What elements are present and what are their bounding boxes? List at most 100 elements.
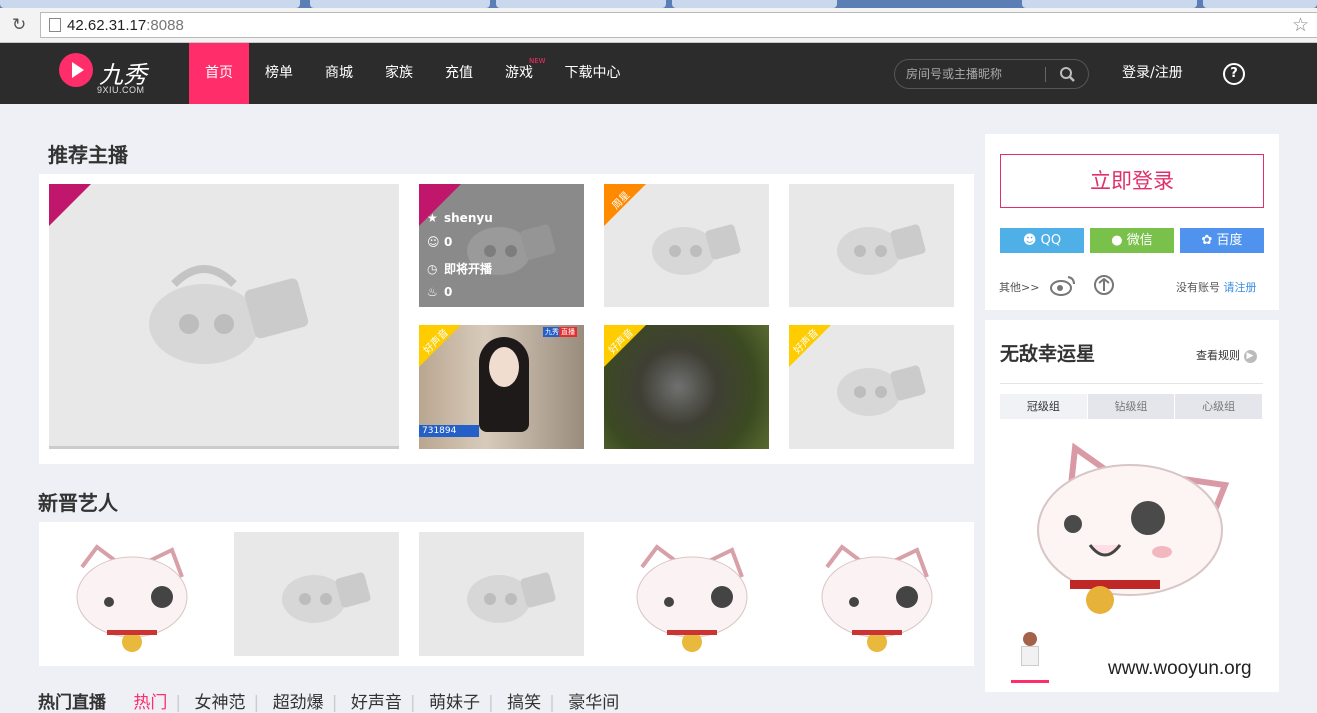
panda-placeholder-icon [149, 265, 309, 364]
new-badge: NEW [529, 57, 546, 65]
chevron-right-icon: ▶ [1243, 349, 1257, 363]
browser-tab[interactable] [1203, 0, 1317, 8]
nav-item-home[interactable]: 首页 [189, 43, 249, 104]
nav-item-rankings[interactable]: 榜单 [249, 43, 309, 104]
no-account-text: 没有账号 [1176, 281, 1220, 294]
browser-tab[interactable] [1022, 0, 1197, 8]
site-logo[interactable]: 九秀 9XIU.COM [57, 49, 167, 97]
panda-placeholder-icon [837, 365, 926, 416]
register-prompt: 没有账号 请注册 [1176, 279, 1257, 295]
qq-login-label: QQ [1040, 233, 1062, 248]
browser-tab[interactable] [496, 0, 666, 8]
hot-tab[interactable]: 萌妹子 [429, 693, 480, 713]
streamer-tile[interactable] [789, 184, 954, 307]
section-title-recommended: 推荐主播 [48, 143, 128, 167]
streamer-tile-live[interactable]: 好声音 [604, 325, 769, 449]
tab-diamond-group[interactable]: 钻级组 [1087, 394, 1176, 419]
like-count: ♨ 0 [427, 285, 452, 299]
room-number: 731894 [419, 425, 479, 437]
browser-tab[interactable] [0, 0, 300, 8]
cat-avatar-icon[interactable] [627, 542, 757, 657]
good-voice-badge: 好声音 [419, 325, 461, 367]
search-icon[interactable] [1058, 65, 1078, 85]
weibo-icon[interactable] [1050, 274, 1076, 296]
stream-status: ◷ 即将开播 [427, 260, 492, 277]
like-count-value: 0 [444, 285, 453, 299]
search-input[interactable] [906, 65, 1036, 83]
lucky-cat-icon [1037, 442, 1230, 614]
nav-item-family[interactable]: 家族 [369, 43, 429, 104]
browser-address-bar: ↻ 42.62.31.17:8088 ☆ [0, 8, 1317, 43]
person-icon: ☺ [427, 235, 440, 249]
hot-tab[interactable]: 豪华间 [568, 693, 619, 713]
viewer-count-value: 0 [444, 235, 453, 249]
nav-item-shop[interactable]: 商城 [309, 43, 369, 104]
baidu-paw-icon: ✿ [1201, 233, 1217, 248]
qq-icon: ☻ [1022, 233, 1041, 248]
clock-icon: ◷ [427, 262, 438, 276]
new-artists-panel [39, 522, 974, 666]
nav-item-recharge[interactable]: 充值 [429, 43, 489, 104]
hot-tab[interactable]: 女神范 [195, 693, 246, 713]
search-box [894, 59, 1089, 89]
url-port: :8088 [146, 17, 184, 34]
bookmark-star-icon[interactable]: ☆ [1292, 14, 1309, 36]
help-icon[interactable]: ? [1223, 63, 1245, 85]
cat-avatar-icon[interactable] [67, 542, 197, 657]
streamer-tile[interactable]: 周星 [604, 184, 769, 307]
login-register-link[interactable]: 登录/注册 [1122, 43, 1183, 104]
group-tabs: 冠级组 钻级组 心级组 [1000, 394, 1264, 419]
streamer-name-text: shenyu [444, 211, 493, 225]
nav-item-games[interactable]: 游戏 [489, 43, 549, 104]
streamer-tile-shenyu[interactable]: ★ shenyu ☺ 0 ◷ 即将开播 ♨ 0 [419, 184, 584, 307]
nav-item-download[interactable]: 下载中心 [555, 43, 630, 104]
stream-status-text: 即将开播 [444, 262, 493, 276]
featured-streamer-tile[interactable] [49, 184, 399, 449]
weekly-star-badge: 周星 [604, 184, 646, 226]
hot-tab[interactable]: 好声音 [351, 693, 402, 713]
login-now-button[interactable]: 立即登录 [1000, 154, 1264, 208]
browser-tab[interactable] [672, 0, 837, 8]
wechat-login-button[interactable]: ● 微信 [1090, 228, 1174, 253]
good-voice-badge: 好声音 [789, 325, 831, 367]
artist-tile[interactable] [234, 532, 399, 656]
streamer-name: ★ shenyu [427, 211, 493, 225]
hot-tab[interactable]: 热门 [133, 693, 167, 713]
other-login-label: 其他>> [999, 281, 1040, 294]
page-icon [49, 18, 61, 32]
view-rules-link[interactable]: 查看规则 ▶ [1196, 347, 1257, 363]
panda-placeholder-icon [837, 224, 926, 275]
hot-tab[interactable]: 超劲爆 [273, 693, 324, 713]
stream-tag: 直播 [559, 327, 577, 337]
reload-icon[interactable]: ↻ [12, 15, 30, 35]
url-text[interactable]: 42.62.31.17:8088 [67, 17, 184, 34]
browser-tab[interactable] [310, 0, 490, 8]
section-title-new-artists: 新晋艺人 [38, 491, 118, 515]
search-divider [1045, 67, 1046, 82]
section-title-hot-live: 热门直播 [38, 693, 106, 713]
artist-tile[interactable] [419, 532, 584, 656]
hot-tab[interactable]: 搞笑 [507, 693, 541, 713]
top-nav: 九秀 9XIU.COM 首页 榜单 商城 家族 充值 游戏 NEW 下载中心 登… [0, 43, 1317, 104]
lucky-user-avatar[interactable] [1013, 630, 1047, 670]
cat-avatar-icon[interactable] [812, 542, 942, 657]
register-link[interactable]: 请注册 [1224, 281, 1257, 294]
qq-login-button[interactable]: ☻ QQ [1000, 228, 1084, 253]
crown-badge [49, 184, 91, 226]
flame-icon: ♨ [427, 285, 438, 299]
tab-crown-group[interactable]: 冠级组 [1000, 394, 1088, 419]
streamer-tile-live[interactable]: 731894 九秀 直播 好声音 [419, 325, 584, 449]
watermark: www.wooyun.org [1108, 658, 1252, 679]
panda-placeholder-icon [282, 572, 371, 623]
lucky-star-title: 无敌幸运星 [1000, 343, 1096, 365]
active-avatar-indicator [1011, 680, 1049, 683]
url-host: 42.62.31.17 [67, 17, 147, 34]
baidu-login-button[interactable]: ✿ 百度 [1180, 228, 1264, 253]
url-field[interactable]: 42.62.31.17:8088 ☆ [40, 12, 1317, 38]
streamer-tile[interactable]: 好声音 [789, 325, 954, 449]
renren-icon[interactable] [1093, 274, 1115, 296]
play-logo-icon [59, 53, 93, 87]
good-voice-badge: 好声音 [604, 325, 646, 367]
tab-heart-group[interactable]: 心级组 [1175, 394, 1264, 419]
stream-thumbnail-face [489, 347, 519, 387]
